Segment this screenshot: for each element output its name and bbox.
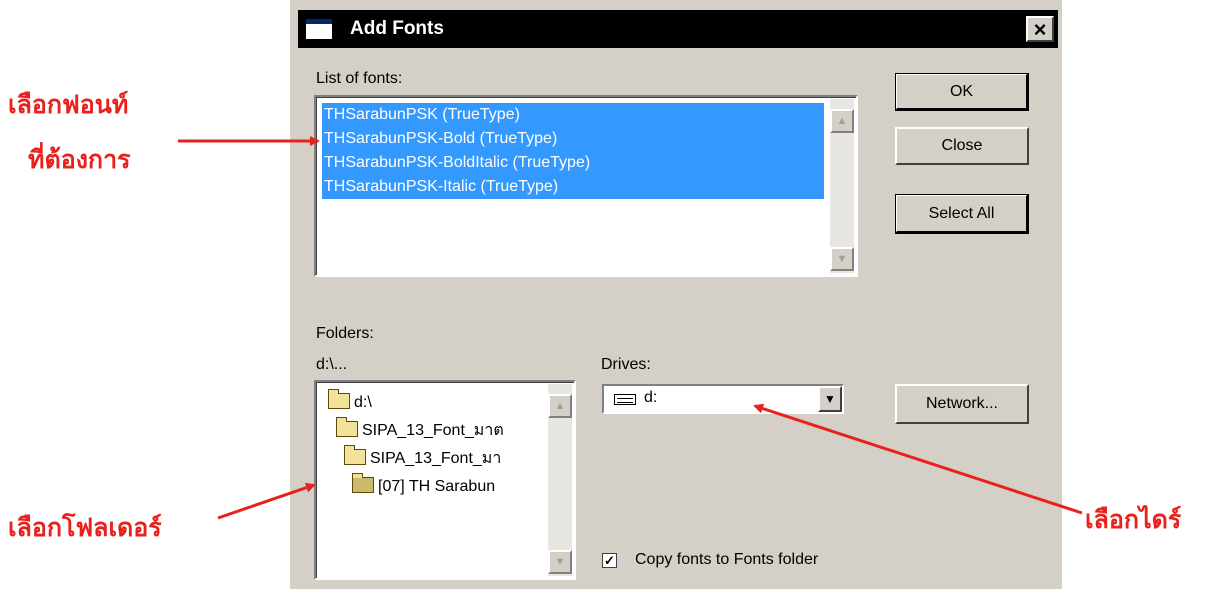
arrow-annotation bbox=[178, 136, 1083, 520]
